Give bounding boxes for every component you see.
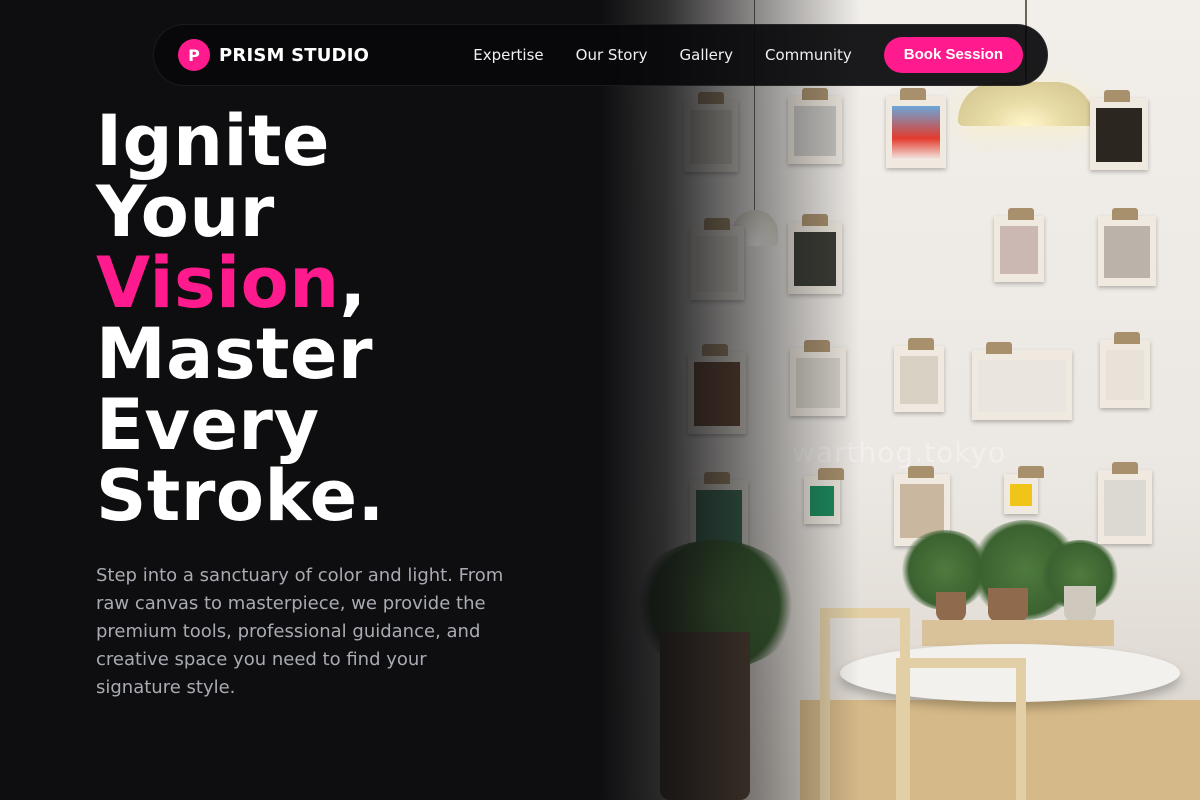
book-session-button[interactable]: Book Session bbox=[883, 37, 1023, 73]
headline-line-5: Every bbox=[96, 384, 320, 466]
hero-photo: warthog.tokyo bbox=[600, 0, 1200, 800]
clipboard-print bbox=[1098, 462, 1152, 544]
clipboard-print bbox=[894, 338, 944, 412]
headline-line-4: Master bbox=[96, 313, 374, 395]
clipboard-print bbox=[1098, 208, 1156, 286]
plant-pot bbox=[1064, 586, 1096, 622]
photo-gradient-overlay bbox=[600, 0, 860, 800]
wooden-chair bbox=[896, 658, 1026, 800]
wall-shelf bbox=[922, 620, 1114, 646]
nav-link-our-story[interactable]: Our Story bbox=[576, 46, 648, 64]
clipboard-print bbox=[1090, 90, 1148, 170]
nav-links: Expertise Our Story Gallery Community Bo… bbox=[473, 37, 1023, 73]
headline-line-6: Stroke. bbox=[96, 455, 385, 537]
hero-subtext: Step into a sanctuary of color and light… bbox=[96, 565, 504, 698]
hero-headline: Ignite Your Vision, Master Every Stroke. bbox=[96, 106, 385, 532]
top-navbar: P PRISM STUDIO Expertise Our Story Galle… bbox=[153, 24, 1048, 86]
nav-link-expertise[interactable]: Expertise bbox=[473, 46, 543, 64]
pendant-lamp bbox=[958, 82, 1094, 126]
headline-line-1: Ignite bbox=[96, 100, 330, 182]
brand-name: PRISM STUDIO bbox=[219, 44, 370, 66]
nav-link-community[interactable]: Community bbox=[765, 46, 852, 64]
clipboard-print bbox=[886, 88, 946, 168]
clipboard-print bbox=[1004, 466, 1044, 514]
clipboard-print bbox=[1100, 332, 1150, 408]
headline-accent-word: Vision bbox=[96, 242, 340, 324]
headline-comma: , bbox=[339, 242, 367, 324]
clipboard-print bbox=[972, 342, 1072, 420]
plant-pot bbox=[936, 592, 966, 622]
nav-link-gallery[interactable]: Gallery bbox=[680, 46, 733, 64]
brand[interactable]: P PRISM STUDIO bbox=[178, 39, 369, 71]
clipboard-print bbox=[994, 208, 1044, 282]
brand-logo-icon: P bbox=[178, 39, 210, 71]
plant-pot bbox=[988, 588, 1028, 622]
headline-line-3: Vision, bbox=[96, 248, 385, 319]
headline-line-2: Your bbox=[96, 171, 275, 253]
